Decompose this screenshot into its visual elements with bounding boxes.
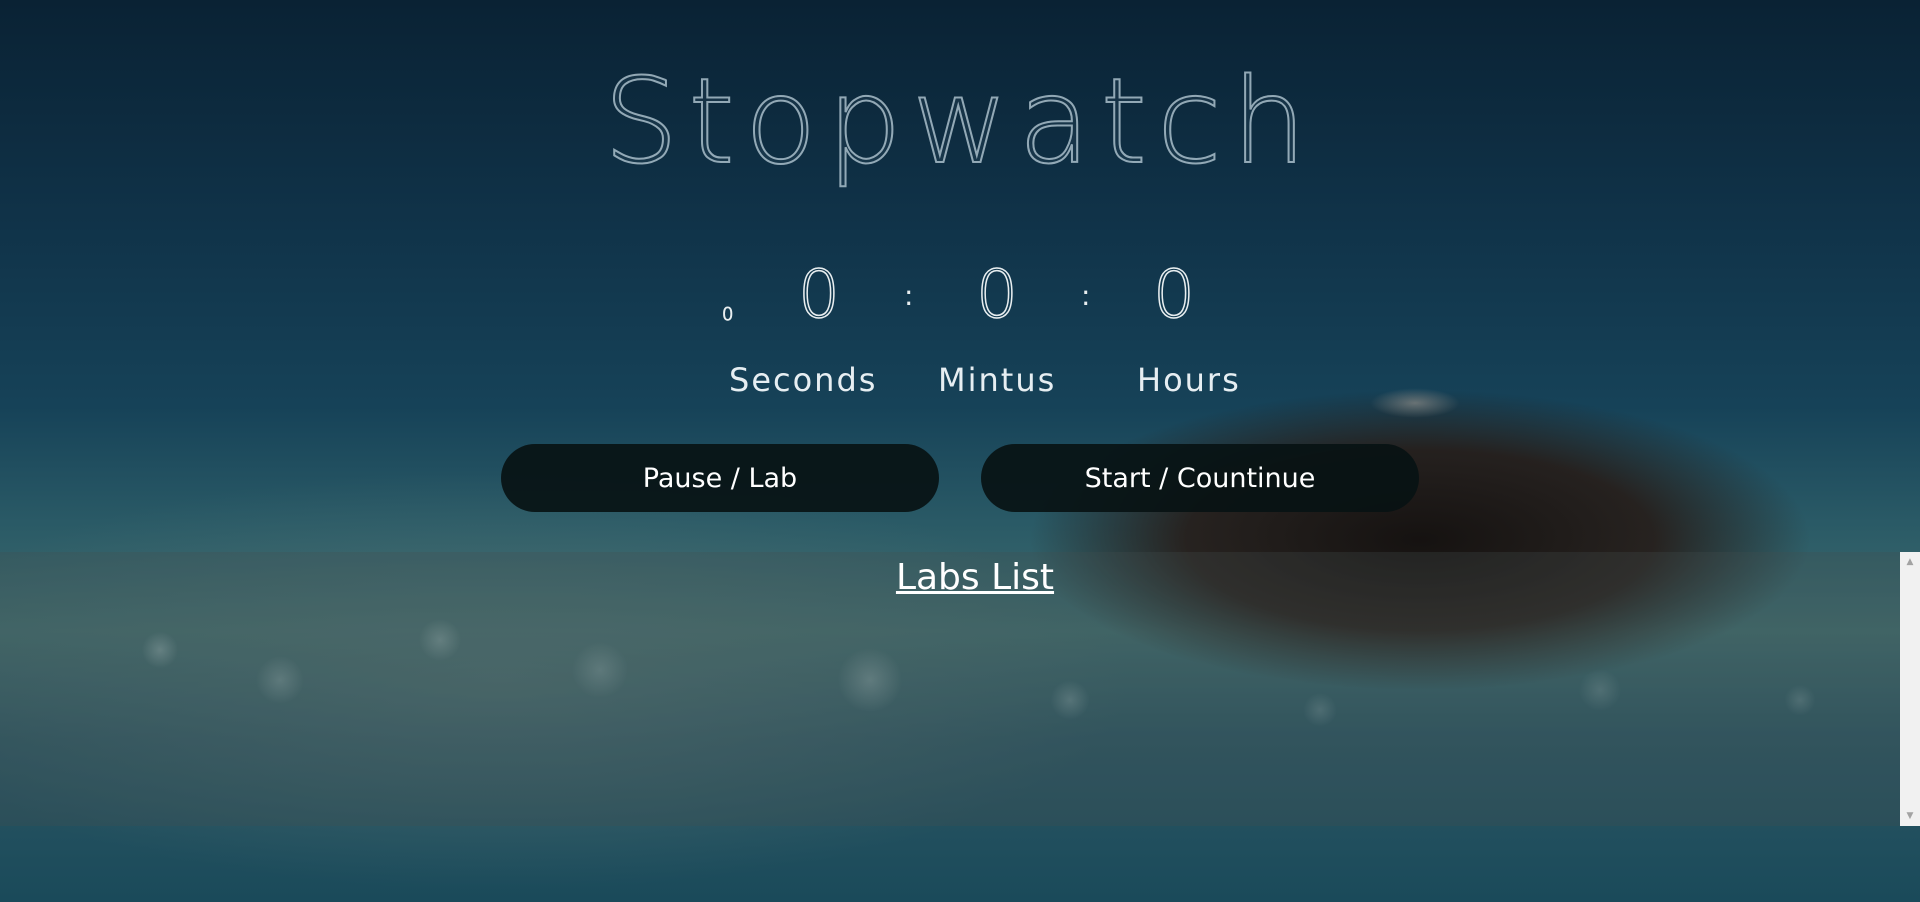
seconds-digit: 0 xyxy=(797,256,841,333)
separator-minutes-hours: : xyxy=(1081,279,1091,312)
minutes-label: Mintus xyxy=(938,361,1057,399)
background-stone xyxy=(1370,388,1460,418)
hours-label: Hours xyxy=(1137,361,1241,399)
page-title: Stopwatch xyxy=(602,52,1317,190)
milliseconds-digit: 0 xyxy=(721,304,734,325)
labs-list-title[interactable]: Labs List xyxy=(0,556,1920,599)
separator-seconds-minutes: : xyxy=(904,279,914,312)
seconds-label: Seconds xyxy=(729,361,878,399)
hours-digit: 0 xyxy=(1152,256,1196,333)
stopwatch-page: Stopwatch 0 0 : 0 : 0 Seconds Mintus Hou… xyxy=(0,0,1920,902)
pause-lab-button[interactable]: Pause / Lab xyxy=(501,444,939,512)
labs-list-scrollbar[interactable]: ▲ ▼ xyxy=(1900,552,1920,826)
timer-display: 0 0 : 0 : 0 xyxy=(0,256,1920,333)
scroll-up-arrow-icon[interactable]: ▲ xyxy=(1900,554,1920,570)
scroll-down-arrow-icon[interactable]: ▼ xyxy=(1900,808,1920,824)
minutes-digit: 0 xyxy=(975,256,1019,333)
start-continue-button[interactable]: Start / Countinue xyxy=(981,444,1419,512)
